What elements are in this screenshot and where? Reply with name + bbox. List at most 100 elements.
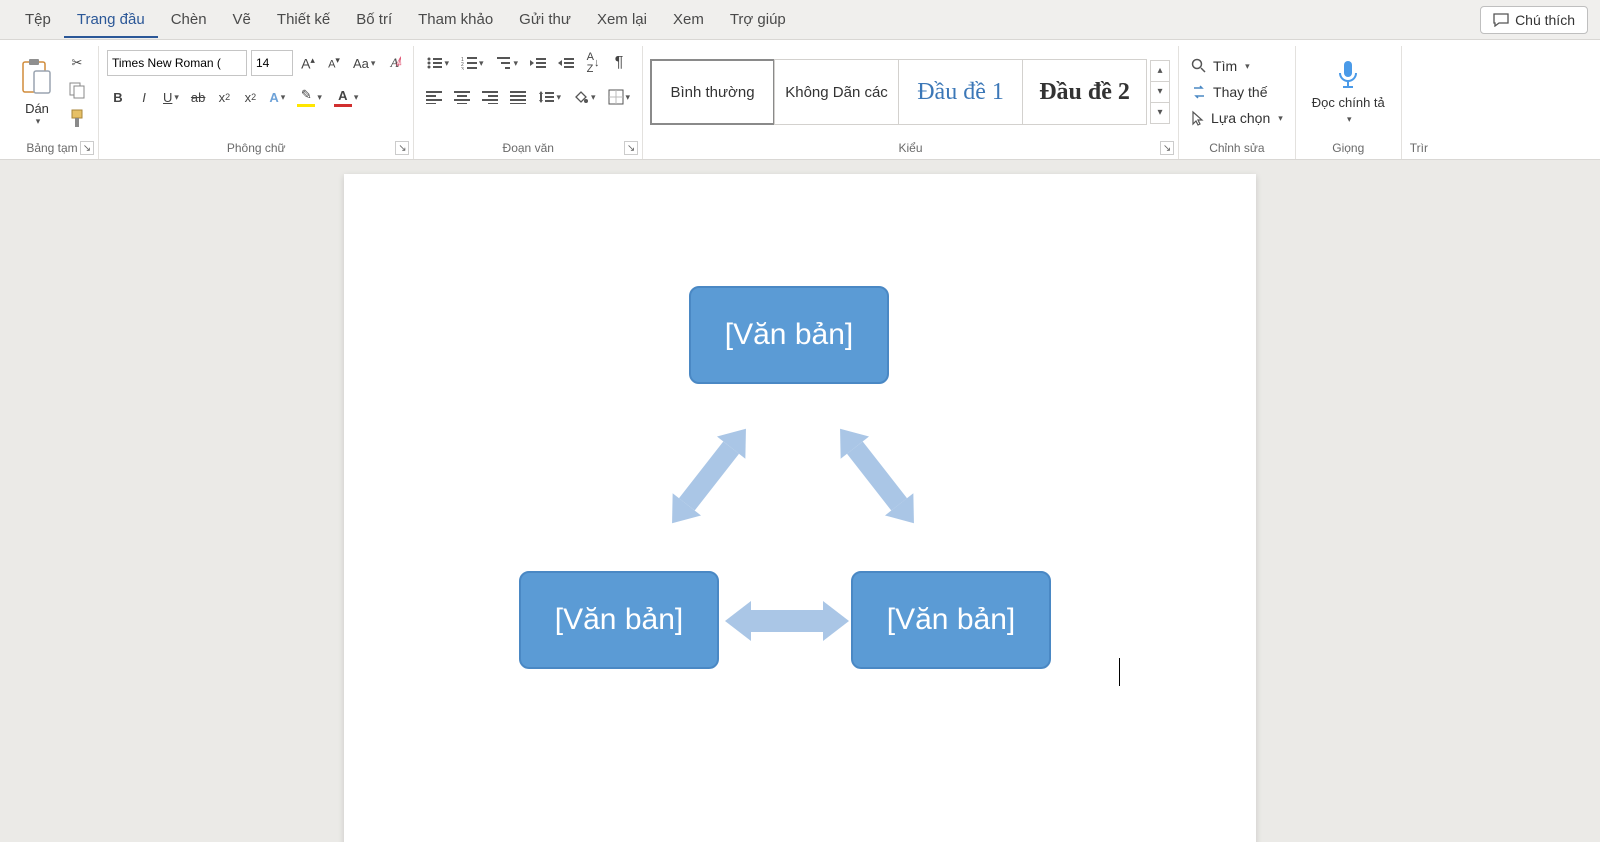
chevron-down-icon: ▾ bbox=[36, 116, 41, 127]
borders-icon bbox=[608, 89, 624, 105]
cursor-icon bbox=[1191, 110, 1205, 126]
copy-icon bbox=[68, 81, 86, 99]
tab-file[interactable]: Tệp bbox=[12, 1, 64, 38]
line-spacing-button[interactable]: ▾ bbox=[534, 84, 565, 110]
tab-help[interactable]: Trợ giúp bbox=[717, 1, 799, 38]
clear-formatting-button[interactable]: A⍋ bbox=[383, 50, 405, 76]
microphone-icon bbox=[1335, 59, 1361, 91]
tab-references[interactable]: Tham khảo bbox=[405, 1, 506, 38]
style-heading-1[interactable]: Đầu đề 1 bbox=[898, 59, 1023, 125]
document-page[interactable]: [Văn bản] [Văn bản] [Văn bản] bbox=[344, 174, 1256, 842]
replace-button[interactable]: Thay thế bbox=[1187, 82, 1287, 102]
diagram-node-left[interactable]: [Văn bản] bbox=[519, 571, 719, 669]
group-label-styles: Kiểu ↘ bbox=[651, 138, 1170, 159]
group-label-trunc: Trìr bbox=[1410, 138, 1428, 159]
clipboard-launcher[interactable]: ↘ bbox=[80, 141, 94, 155]
increase-indent-button[interactable] bbox=[554, 50, 578, 76]
cut-button[interactable]: ✂ bbox=[68, 51, 87, 75]
decrease-indent-button[interactable] bbox=[526, 50, 550, 76]
comments-button[interactable]: Chú thích bbox=[1480, 6, 1588, 34]
select-button[interactable]: Lựa chọn▾ bbox=[1187, 108, 1287, 128]
group-label-paragraph: Đoạn văn ↘ bbox=[422, 138, 634, 159]
superscript-button[interactable]: x2 bbox=[239, 84, 261, 110]
tab-view[interactable]: Xem bbox=[660, 1, 717, 38]
replace-icon bbox=[1191, 84, 1207, 100]
bucket-icon bbox=[573, 89, 589, 105]
tab-layout[interactable]: Bố trí bbox=[343, 1, 405, 38]
format-painter-button[interactable] bbox=[64, 105, 90, 133]
style-no-spacing[interactable]: Không Dãn các bbox=[774, 59, 899, 125]
diagram-node-top[interactable]: [Văn bản] bbox=[689, 286, 889, 384]
subscript-button[interactable]: x2 bbox=[213, 84, 235, 110]
shrink-font-button[interactable]: A▾ bbox=[323, 50, 345, 76]
group-label-clipboard: Bảng tạm ↘ bbox=[14, 138, 90, 159]
style-gallery: Bình thườngKhông Dãn cácĐầu đề 1Đầu đề 2 bbox=[651, 59, 1147, 125]
group-truncated: Trìr bbox=[1406, 46, 1436, 159]
font-family-select[interactable] bbox=[107, 50, 247, 76]
borders-button[interactable]: ▾ bbox=[604, 84, 635, 110]
diagram-arrow-bottom bbox=[722, 591, 852, 651]
font-size-select[interactable] bbox=[251, 50, 293, 76]
text-cursor bbox=[1119, 658, 1120, 686]
change-case-button[interactable]: Aa▾ bbox=[349, 50, 379, 76]
dictate-button[interactable]: Đọc chính tả▾ bbox=[1304, 59, 1393, 125]
align-left-icon bbox=[426, 90, 442, 104]
numbering-button[interactable]: 123▾ bbox=[457, 50, 488, 76]
find-button[interactable]: Tìm▾ bbox=[1187, 56, 1287, 76]
find-label: Tìm bbox=[1213, 58, 1237, 74]
align-center-button[interactable] bbox=[450, 84, 474, 110]
diagram-node-right[interactable]: [Văn bản] bbox=[851, 571, 1051, 669]
style-scroll-up[interactable]: ▴ bbox=[1150, 60, 1170, 82]
grow-font-button[interactable]: A▴ bbox=[297, 50, 319, 76]
style-scroll-down[interactable]: ▾ bbox=[1150, 81, 1170, 103]
paste-label: Dán bbox=[25, 101, 49, 116]
dictate-label: Đọc chính tả bbox=[1312, 95, 1385, 110]
style-heading-2[interactable]: Đầu đề 2 bbox=[1022, 59, 1147, 125]
sort-icon: AZ bbox=[587, 51, 594, 75]
paste-button[interactable]: Dán ▾ bbox=[14, 53, 60, 131]
style-expand[interactable]: ▾ bbox=[1150, 102, 1170, 124]
bold-button[interactable]: B bbox=[107, 84, 129, 110]
comments-label: Chú thích bbox=[1515, 12, 1575, 28]
show-marks-button[interactable]: ¶ bbox=[608, 50, 630, 76]
multilevel-button[interactable]: ▾ bbox=[492, 50, 523, 76]
font-color-button[interactable]: A▾ bbox=[330, 84, 363, 110]
bullets-button[interactable]: ▾ bbox=[422, 50, 453, 76]
highlight-icon: ✎ bbox=[297, 87, 315, 107]
align-right-button[interactable] bbox=[478, 84, 502, 110]
align-right-icon bbox=[482, 90, 498, 104]
tab-insert[interactable]: Chèn bbox=[158, 1, 220, 38]
italic-button[interactable]: I bbox=[133, 84, 155, 110]
style-normal[interactable]: Bình thường bbox=[650, 59, 775, 125]
paragraph-launcher[interactable]: ↘ bbox=[624, 141, 638, 155]
highlight-button[interactable]: ✎▾ bbox=[293, 84, 326, 110]
shading-button[interactable]: ▾ bbox=[569, 84, 600, 110]
styles-launcher[interactable]: ↘ bbox=[1160, 141, 1174, 155]
sort-button[interactable]: AZ↓ bbox=[582, 50, 604, 76]
group-label-voice: Giọng bbox=[1304, 138, 1393, 159]
smartart-cycle-diagram[interactable]: [Văn bản] [Văn bản] [Văn bản] bbox=[519, 286, 1059, 696]
tab-review[interactable]: Xem lại bbox=[584, 1, 660, 38]
brush-icon bbox=[68, 109, 86, 129]
numbering-icon: 123 bbox=[461, 56, 477, 70]
outdent-icon bbox=[530, 56, 546, 70]
group-font: A▴ A▾ Aa▾ A⍋ B I U▾ ab x2 x2 A▾ ✎▾ A▾ bbox=[103, 46, 414, 159]
paste-icon bbox=[20, 57, 54, 97]
text-effects-button[interactable]: A▾ bbox=[265, 84, 289, 110]
diagram-arrow-right bbox=[817, 406, 937, 546]
tab-design[interactable]: Thiết kế bbox=[264, 1, 343, 38]
document-workarea[interactable]: [Văn bản] [Văn bản] [Văn bản] bbox=[0, 160, 1600, 842]
tab-home[interactable]: Trang đầu bbox=[64, 1, 158, 38]
font-launcher[interactable]: ↘ bbox=[395, 141, 409, 155]
tab-mailings[interactable]: Gửi thư bbox=[506, 1, 584, 38]
justify-button[interactable] bbox=[506, 84, 530, 110]
tab-draw[interactable]: Vẽ bbox=[220, 1, 264, 38]
replace-label: Thay thế bbox=[1213, 84, 1267, 100]
justify-icon bbox=[510, 90, 526, 104]
underline-button[interactable]: U▾ bbox=[159, 84, 183, 110]
copy-button[interactable] bbox=[64, 77, 90, 103]
group-editing: Tìm▾ Thay thế Lựa chọn▾ Chỉnh sửa bbox=[1183, 46, 1296, 159]
strikethrough-button[interactable]: ab bbox=[187, 84, 209, 110]
align-left-button[interactable] bbox=[422, 84, 446, 110]
pilcrow-icon: ¶ bbox=[615, 54, 624, 72]
